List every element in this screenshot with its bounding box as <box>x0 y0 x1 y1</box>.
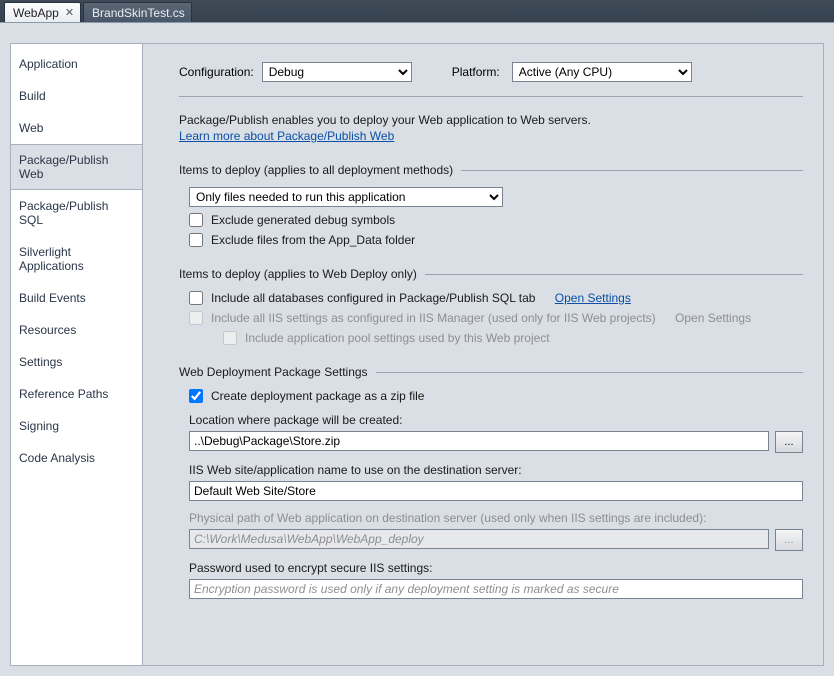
include-iis-settings-label: Include all IIS settings as configured i… <box>211 311 656 325</box>
properties-sidebar: Application Build Web Package/Publish We… <box>10 43 142 666</box>
include-databases-checkbox[interactable] <box>189 291 203 305</box>
sidebar-item-settings[interactable]: Settings <box>11 346 142 378</box>
section-title: Web Deployment Package Settings <box>179 365 368 379</box>
platform-select[interactable]: Active (Any CPU) <box>512 62 692 82</box>
iis-site-name-input[interactable] <box>189 481 803 501</box>
create-zip-label: Create deployment package as a zip file <box>211 389 424 403</box>
document-tab-strip: WebApp ✕ BrandSkinTest.cs <box>0 0 834 22</box>
include-iis-settings-checkbox <box>189 311 203 325</box>
package-location-input[interactable] <box>189 431 769 451</box>
learn-more-link[interactable]: Learn more about Package/Publish Web <box>179 129 394 143</box>
project-properties-panel: Application Build Web Package/Publish We… <box>10 43 824 666</box>
package-location-label: Location where package will be created: <box>189 413 803 427</box>
section-title: Items to deploy (applies to Web Deploy o… <box>179 267 417 281</box>
include-databases-label: Include all databases configured in Pack… <box>211 291 535 305</box>
items-to-deploy-select[interactable]: Only files needed to run this applicatio… <box>189 187 503 207</box>
section-items-web-deploy: Items to deploy (applies to Web Deploy o… <box>179 267 803 281</box>
divider <box>179 96 803 97</box>
configuration-label: Configuration: <box>179 65 254 79</box>
include-apppool-label: Include application pool settings used b… <box>245 331 550 345</box>
physical-path-label: Physical path of Web application on dest… <box>189 511 803 525</box>
config-platform-row: Configuration: Debug Platform: Active (A… <box>179 62 803 82</box>
project-properties-page: Application Build Web Package/Publish We… <box>0 22 834 676</box>
sidebar-item-reference-paths[interactable]: Reference Paths <box>11 378 142 410</box>
exclude-appdata-label: Exclude files from the App_Data folder <box>211 233 415 247</box>
include-apppool-checkbox <box>223 331 237 345</box>
platform-label: Platform: <box>452 65 500 79</box>
document-tab-brandskintest[interactable]: BrandSkinTest.cs <box>83 2 192 22</box>
document-tab-label: BrandSkinTest.cs <box>92 6 185 20</box>
section-items-all-methods: Items to deploy (applies to all deployme… <box>179 163 803 177</box>
create-zip-checkbox[interactable] <box>189 389 203 403</box>
sidebar-item-resources[interactable]: Resources <box>11 314 142 346</box>
physical-path-input <box>189 529 769 549</box>
exclude-appdata-checkbox[interactable] <box>189 233 203 247</box>
exclude-debug-symbols-label: Exclude generated debug symbols <box>211 213 395 227</box>
sidebar-item-build[interactable]: Build <box>11 80 142 112</box>
configuration-select[interactable]: Debug <box>262 62 412 82</box>
sidebar-item-package-publish-sql[interactable]: Package/Publish SQL <box>11 190 142 236</box>
sidebar-item-web[interactable]: Web <box>11 112 142 144</box>
iis-site-name-label: IIS Web site/application name to use on … <box>189 463 803 477</box>
physical-path-browse-button: ... <box>775 529 803 551</box>
exclude-debug-symbols-checkbox[interactable] <box>189 213 203 227</box>
sidebar-item-build-events[interactable]: Build Events <box>11 282 142 314</box>
open-settings-sql-link[interactable]: Open Settings <box>555 291 631 305</box>
intro-text: Package/Publish enables you to deploy yo… <box>179 113 803 127</box>
document-tab-webapp[interactable]: WebApp ✕ <box>4 2 81 22</box>
properties-content: Configuration: Debug Platform: Active (A… <box>142 43 824 666</box>
encryption-password-label: Password used to encrypt secure IIS sett… <box>189 561 803 575</box>
sidebar-item-code-analysis[interactable]: Code Analysis <box>11 442 142 474</box>
open-settings-iis-link: Open Settings <box>675 311 751 325</box>
section-web-deployment-package: Web Deployment Package Settings <box>179 365 803 379</box>
sidebar-item-silverlight-applications[interactable]: Silverlight Applications <box>11 236 142 282</box>
package-location-browse-button[interactable]: ... <box>775 431 803 453</box>
sidebar-item-signing[interactable]: Signing <box>11 410 142 442</box>
close-icon[interactable]: ✕ <box>65 6 74 19</box>
document-tab-label: WebApp <box>13 6 59 20</box>
sidebar-item-application[interactable]: Application <box>11 48 142 80</box>
section-title: Items to deploy (applies to all deployme… <box>179 163 453 177</box>
sidebar-item-package-publish-web[interactable]: Package/Publish Web <box>11 144 143 190</box>
encryption-password-input[interactable] <box>189 579 803 599</box>
